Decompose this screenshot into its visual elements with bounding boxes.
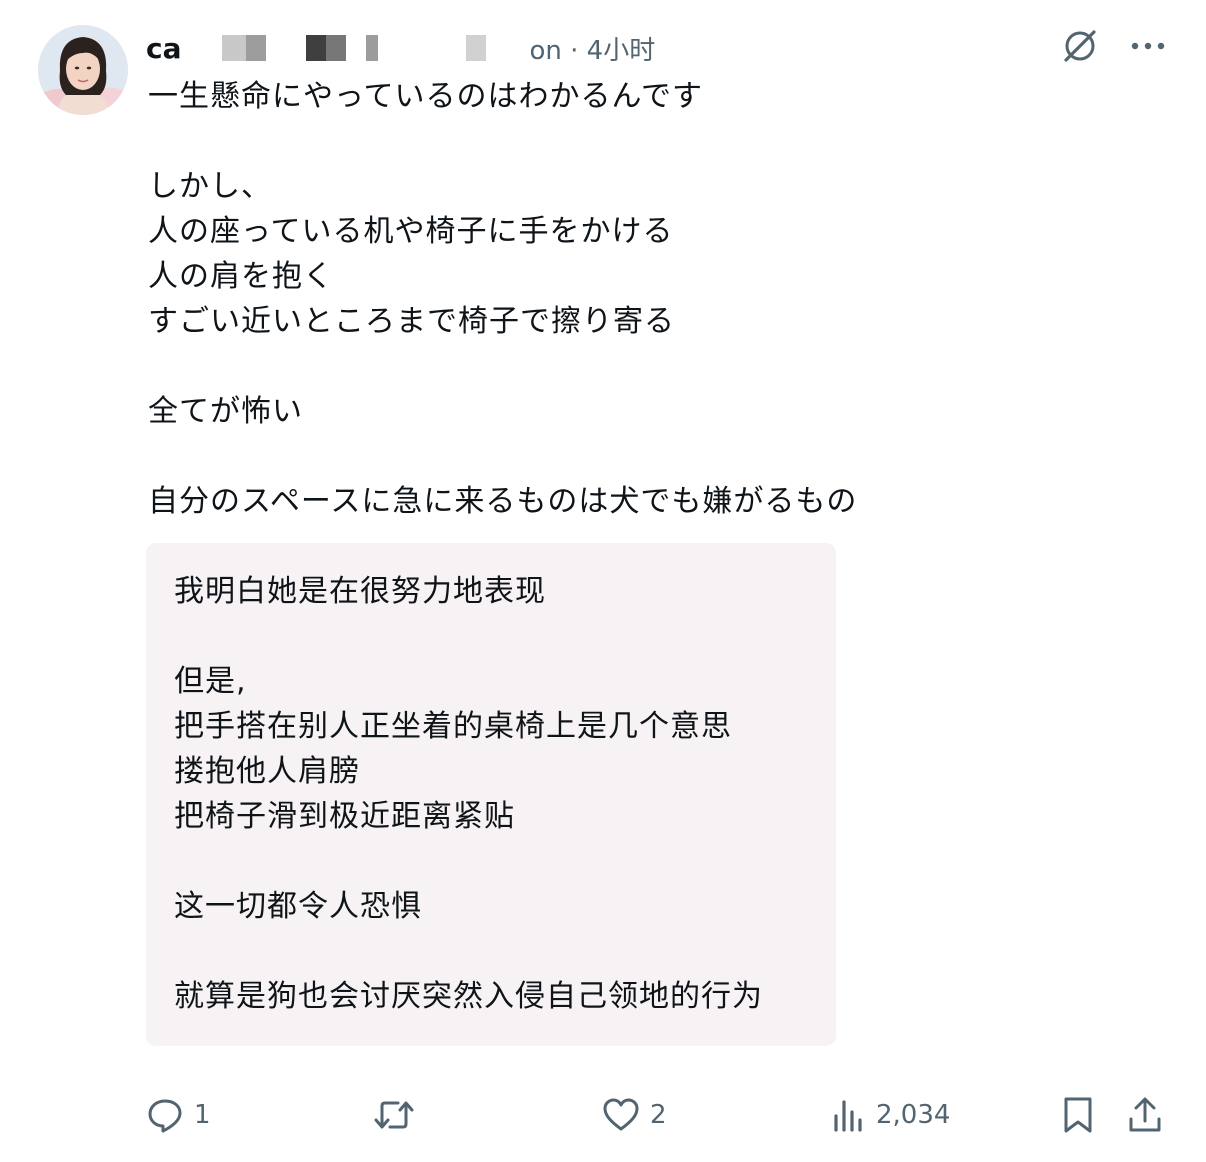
views-icon: [832, 1096, 866, 1134]
retweet-icon: [372, 1096, 416, 1134]
post-header: ca on · 4小时: [146, 30, 655, 66]
header-actions: [1060, 26, 1166, 66]
translation-text: 我明白她是在很努力地表现 但是, 把手搭在别人正坐着的桌椅上是几个意思 搂抱他人…: [174, 574, 763, 1014]
reply-count: 1: [194, 1100, 211, 1130]
like-count: 2: [650, 1100, 667, 1130]
views-count: 2,034: [876, 1100, 951, 1130]
action-bar: 1 2 2,034: [146, 1090, 1166, 1140]
author-name[interactable]: ca: [146, 32, 182, 65]
translation-box: 我明白她是在很努力地表现 但是, 把手搭在别人正坐着的桌椅上是几个意思 搂抱他人…: [146, 543, 836, 1046]
grok-icon[interactable]: [1060, 26, 1100, 66]
like-icon: [602, 1096, 640, 1134]
post-text: 一生懸命にやっているのはわかるんです しかし、 人の座っている机や椅子に手をかけ…: [148, 79, 858, 519]
views-button[interactable]: 2,034: [832, 1090, 950, 1140]
bookmark-button[interactable]: [1060, 1090, 1096, 1140]
share-icon: [1126, 1095, 1164, 1135]
reply-button[interactable]: 1: [146, 1090, 211, 1140]
like-button[interactable]: 2: [602, 1090, 667, 1140]
avatar[interactable]: [38, 25, 128, 115]
retweet-button[interactable]: [372, 1090, 426, 1140]
redacted-handle: [185, 35, 526, 61]
bookmark-icon: [1060, 1095, 1096, 1135]
reply-icon: [146, 1096, 184, 1134]
post-meta[interactable]: on · 4小时: [530, 30, 656, 67]
share-button[interactable]: [1126, 1090, 1164, 1140]
more-icon[interactable]: [1130, 40, 1166, 52]
